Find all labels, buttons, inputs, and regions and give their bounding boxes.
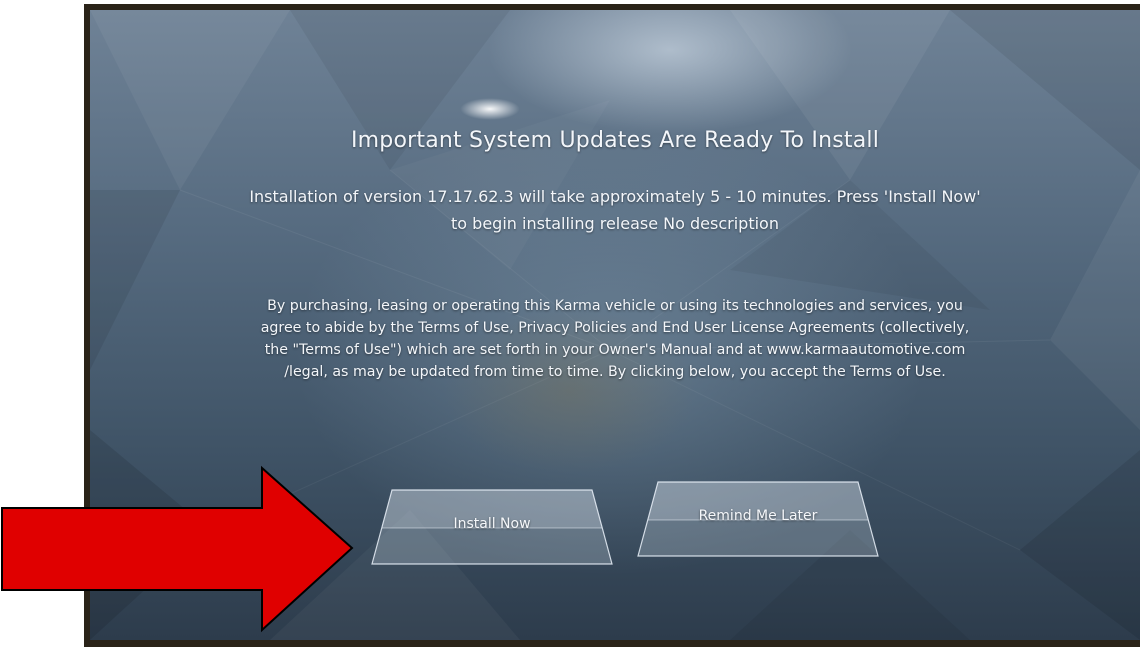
photo-frame: Important System Updates Are Ready To In… <box>0 0 1140 647</box>
remind-me-later-button[interactable]: Remind Me Later <box>636 480 880 558</box>
install-now-label: Install Now <box>453 516 531 532</box>
install-now-button[interactable]: Install Now <box>370 488 614 566</box>
remind-me-later-label: Remind Me Later <box>698 508 818 524</box>
light-glare <box>460 98 520 120</box>
arrow-right-icon <box>1 465 354 633</box>
